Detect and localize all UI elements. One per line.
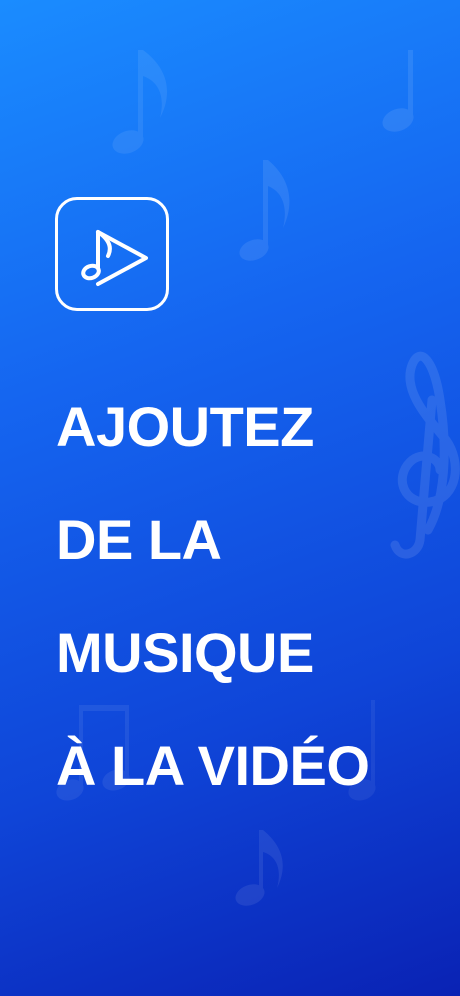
headline-line-4: À LA VIDÉO (56, 734, 370, 797)
music-note-icon (235, 830, 283, 906)
play-music-icon (81, 230, 148, 286)
music-note-icon (112, 50, 168, 154)
headline-line-3: MUSIQUE (56, 621, 314, 684)
headline-line-2: DE LA (56, 508, 222, 571)
headline: AJOUTEZ DE LA MUSIQUE À LA VIDÉO (56, 370, 456, 822)
music-note-icon (239, 160, 290, 261)
promo-screen: AJOUTEZ DE LA MUSIQUE À LA VIDÉO (0, 0, 460, 996)
headline-line-1: AJOUTEZ (56, 395, 314, 458)
music-note-icon (382, 50, 414, 132)
app-icon (55, 197, 169, 311)
